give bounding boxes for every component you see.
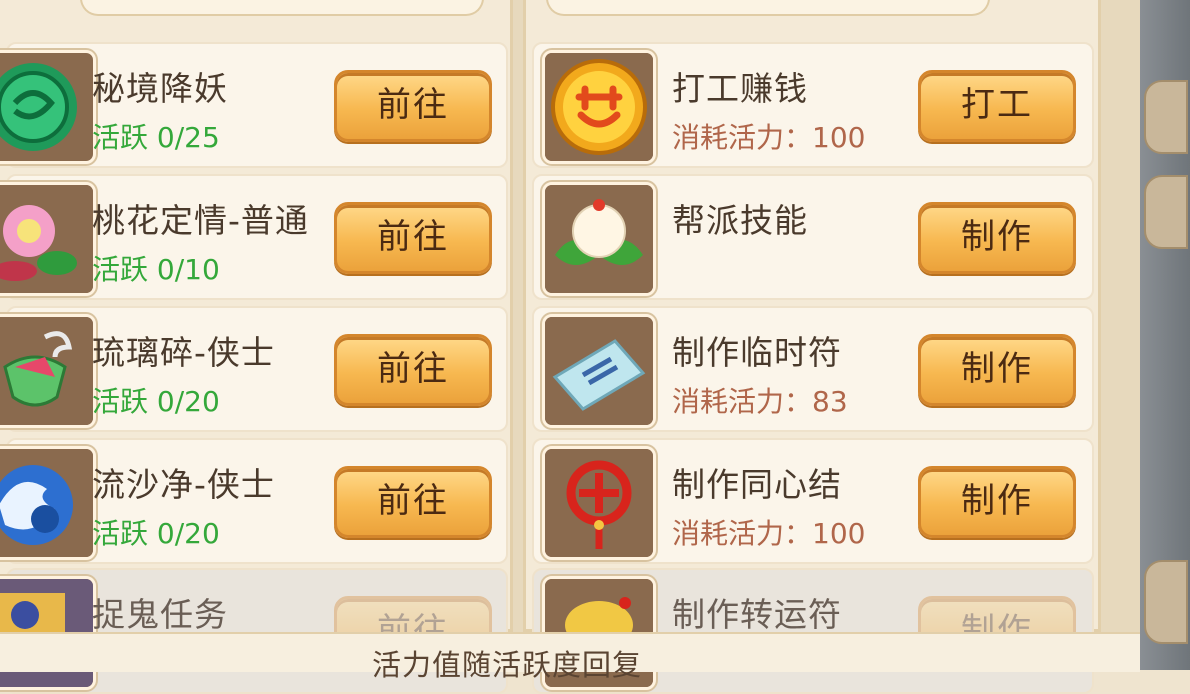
item-title: 捉鬼任务 xyxy=(92,595,228,634)
item-progress: 活跃 0/25 xyxy=(92,121,220,154)
list-item: 桃花定情-普通 活跃 0/10 前往 xyxy=(0,174,508,300)
footer-hint: 活力值随活跃度回复 xyxy=(372,648,643,682)
gold-dream-coin-icon xyxy=(542,50,656,164)
footer-bar: 活力值随活跃度回复 xyxy=(0,632,1140,682)
glass-vase-icon xyxy=(0,314,96,428)
side-handle[interactable] xyxy=(1144,175,1188,249)
make-button[interactable]: 制作 xyxy=(918,466,1076,538)
white-flower-icon xyxy=(542,182,656,296)
item-title: 流沙净-侠士 xyxy=(92,465,275,504)
go-button[interactable]: 前往 xyxy=(334,334,492,406)
item-title: 制作临时符 xyxy=(672,333,842,372)
list-item: 流沙净-侠士 活跃 0/20 前往 xyxy=(0,438,508,564)
work-button[interactable]: 打工 xyxy=(918,70,1076,142)
item-title: 帮派技能 xyxy=(672,201,808,240)
right-side-strip xyxy=(1140,0,1190,670)
side-handle[interactable] xyxy=(1144,560,1188,644)
make-button[interactable]: 制作 xyxy=(918,334,1076,406)
item-progress: 活跃 0/10 xyxy=(92,253,220,286)
jade-coin-icon xyxy=(0,50,96,164)
list-item: 秘境降妖 活跃 0/25 前往 xyxy=(0,42,508,168)
item-cost: 消耗活力：83 xyxy=(672,385,848,418)
list-item: 琉璃碎-侠士 活跃 0/20 前往 xyxy=(0,306,508,432)
item-cost: 消耗活力：100 xyxy=(672,121,866,154)
item-title: 打工赚钱 xyxy=(672,69,808,108)
item-cost: 消耗活力：100 xyxy=(672,517,866,550)
talisman-paper-icon xyxy=(542,314,656,428)
item-progress: 活跃 0/20 xyxy=(92,385,220,418)
peach-blossom-icon xyxy=(0,182,96,296)
list-item: 帮派技能 制作 xyxy=(532,174,1094,300)
make-button[interactable]: 制作 xyxy=(918,202,1076,274)
go-button[interactable]: 前往 xyxy=(334,70,492,142)
vitality-spend-panel: 打工赚钱 消耗活力：100 打工 帮派技能 制作 制作临时符 消耗活力：83 制… xyxy=(523,0,1101,694)
item-title: 秘境降妖 xyxy=(92,69,228,108)
panel-header-tab xyxy=(80,0,484,16)
wave-icon xyxy=(0,446,96,560)
list-item: 打工赚钱 消耗活力：100 打工 xyxy=(532,42,1094,168)
side-handle[interactable] xyxy=(1144,80,1188,154)
item-title: 制作同心结 xyxy=(672,465,842,504)
item-progress: 活跃 0/20 xyxy=(92,517,220,550)
list-item: 制作同心结 消耗活力：100 制作 xyxy=(532,438,1094,564)
list-item: 制作临时符 消耗活力：83 制作 xyxy=(532,306,1094,432)
panel-header-tab xyxy=(546,0,990,16)
go-button[interactable]: 前往 xyxy=(334,202,492,274)
item-title: 琉璃碎-侠士 xyxy=(92,333,275,372)
chinese-knot-icon xyxy=(542,446,656,560)
item-title: 桃花定情-普通 xyxy=(92,201,309,240)
item-title: 制作转运符 xyxy=(672,595,842,634)
go-button[interactable]: 前往 xyxy=(334,466,492,538)
vitality-gain-panel: 秘境降妖 活跃 0/25 前往 桃花定情-普通 活跃 0/10 前往 琉璃碎-侠… xyxy=(0,0,513,694)
